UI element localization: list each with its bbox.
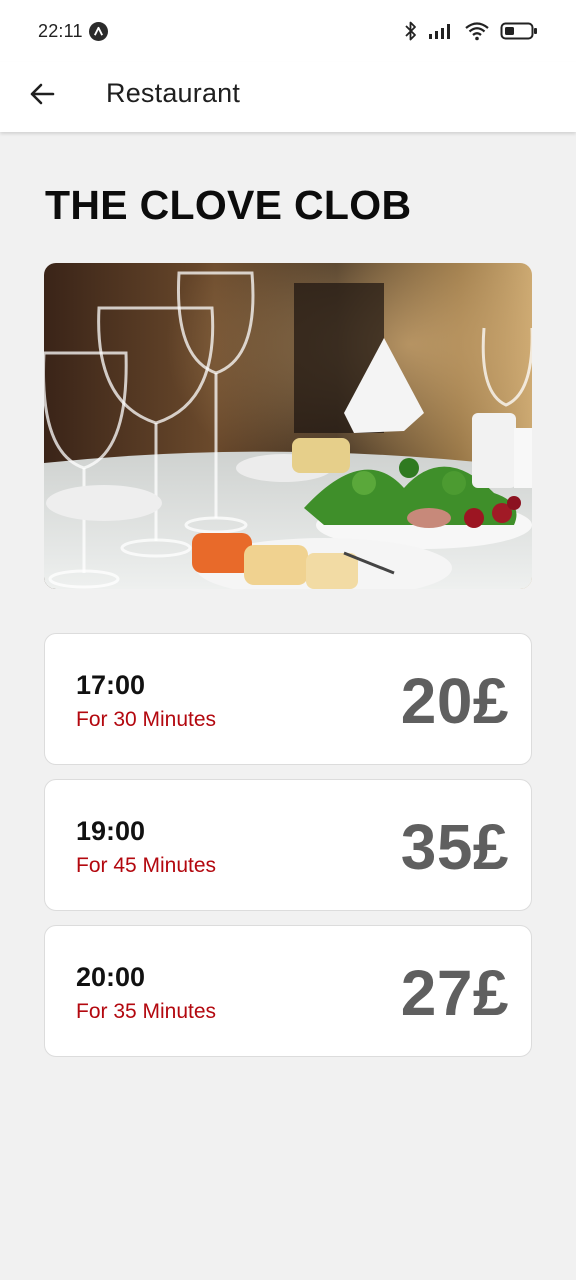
time-slot-card[interactable]: 19:00 For 45 Minutes 35£ xyxy=(44,779,532,911)
app-bar-title: Restaurant xyxy=(106,78,241,108)
slot-time: 17:00 xyxy=(76,670,146,700)
status-bar: 22:11 xyxy=(0,0,576,62)
slot-price: 27£ xyxy=(400,957,509,1029)
back-button[interactable] xyxy=(24,76,60,112)
status-right xyxy=(404,20,538,42)
slot-duration: For 35 Minutes xyxy=(76,1000,217,1023)
slot-duration: For 30 Minutes xyxy=(76,708,217,731)
status-left: 22:11 xyxy=(38,21,108,42)
battery-icon xyxy=(500,22,537,40)
a-circle-icon xyxy=(88,21,108,41)
wifi-icon xyxy=(465,22,489,41)
slot-price: 35£ xyxy=(400,811,509,883)
app-bar: Restaurant xyxy=(0,62,576,132)
slot-price: 20£ xyxy=(400,665,509,737)
restaurant-name: THE CLOVE CLOB xyxy=(45,182,412,228)
signal-icon xyxy=(429,24,450,39)
time-slot-card[interactable]: 17:00 For 30 Minutes 20£ xyxy=(44,633,532,765)
arrow-left-icon xyxy=(30,83,55,105)
status-time: 22:11 xyxy=(38,20,83,41)
bluetooth-icon xyxy=(405,21,416,41)
time-slot-card[interactable]: 20:00 For 35 Minutes 27£ xyxy=(44,925,532,1057)
slot-duration: For 45 Minutes xyxy=(76,854,217,877)
restaurant-photo xyxy=(44,263,532,589)
slot-time: 20:00 xyxy=(76,962,146,992)
slot-time: 19:00 xyxy=(76,816,146,846)
